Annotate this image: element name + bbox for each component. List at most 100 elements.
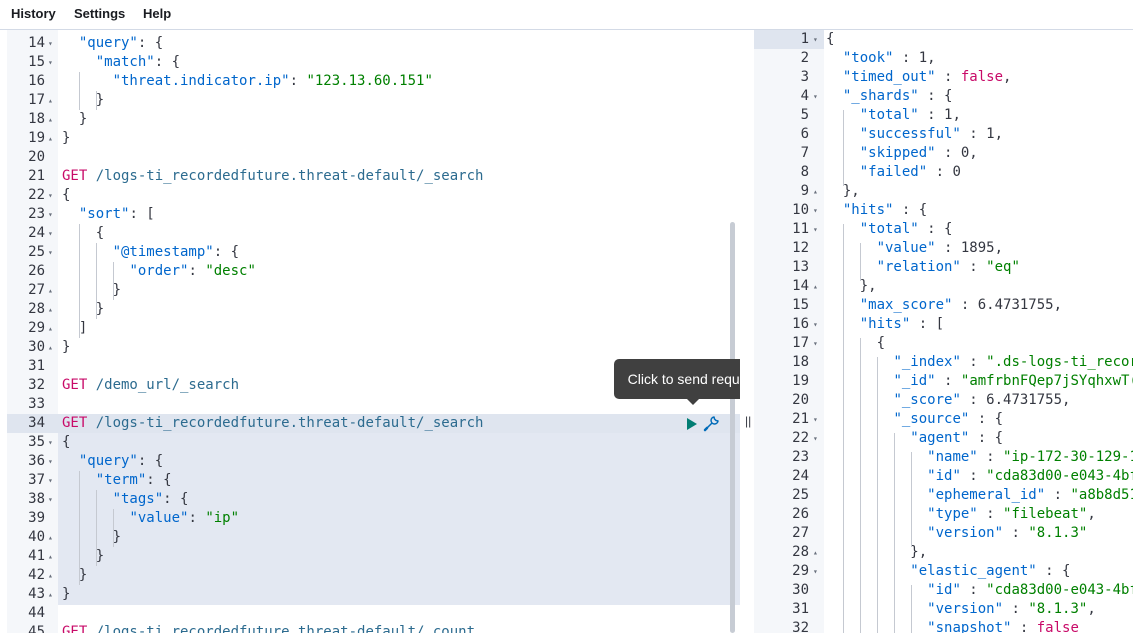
code-token: :	[960, 354, 987, 370]
code-text[interactable]: "took" : 1,	[826, 49, 936, 68]
code-token: ,	[1087, 506, 1096, 522]
fold-open-icon[interactable]: ▾	[813, 334, 818, 353]
code-text[interactable]: "hits" : {	[826, 201, 927, 220]
indent-guide	[843, 224, 844, 633]
fold-open-icon[interactable]: ▾	[813, 410, 818, 429]
code-text[interactable]: "_score" : 6.4731755,	[826, 391, 1070, 410]
line-number: 32	[792, 620, 809, 633]
code-token: {	[826, 335, 886, 351]
code-text[interactable]: "id" : "cda83d00-e043-4bf	[826, 581, 1133, 600]
code-text[interactable]: "name" : "ip-172-30-129-1	[826, 448, 1133, 467]
indent-guide	[113, 509, 114, 547]
code-token: : {	[969, 411, 1004, 427]
fold-close-icon[interactable]: ▴	[813, 182, 818, 201]
indent-guide	[911, 585, 912, 633]
code-token: "a8b8d51	[1070, 487, 1133, 503]
code-line: 29 ▾ "elastic_agent" : {	[0, 562, 1133, 581]
code-token: "filebeat"	[1003, 506, 1088, 522]
code-text[interactable]: "failed" : 0	[826, 163, 961, 182]
code-line: 17 ▾ {	[0, 334, 1133, 353]
code-line: 21 ▾ "_source" : {	[0, 410, 1133, 429]
code-token: "_shards"	[842, 88, 919, 104]
fold-open-icon[interactable]: ▾	[813, 201, 818, 220]
code-text[interactable]: "_shards" : {	[826, 87, 953, 106]
code-text[interactable]: "max_score" : 6.4731755,	[826, 296, 1062, 315]
code-token: "relation"	[876, 259, 961, 275]
code-text[interactable]: "total" : 1,	[826, 106, 961, 125]
fold-open-icon[interactable]: ▾	[813, 562, 818, 581]
code-text[interactable]: "_id" : "amfrbnFQep7jSYqhxwT(	[826, 372, 1133, 391]
code-token: "ephemeral_id"	[927, 487, 1046, 503]
fold-close-icon[interactable]: ▴	[813, 277, 818, 296]
code-text[interactable]: {	[826, 334, 885, 353]
fold-close-icon[interactable]: ▴	[813, 543, 818, 562]
code-line: 2 "took" : 1,	[0, 49, 1133, 68]
fold-open-icon[interactable]: ▾	[813, 87, 818, 106]
line-number: 17	[792, 335, 809, 351]
code-text[interactable]: "successful" : 1,	[826, 125, 1003, 144]
menu-history[interactable]: History	[11, 6, 56, 21]
code-token: "agent"	[910, 430, 970, 446]
code-text[interactable]: "skipped" : 0,	[826, 144, 978, 163]
code-text[interactable]: "agent" : {	[826, 429, 1003, 448]
indent-guide	[96, 490, 97, 566]
code-text[interactable]: "version" : "8.1.3",	[826, 600, 1096, 619]
code-token: "8.1.3"	[1028, 525, 1088, 541]
fold-open-icon[interactable]: ▾	[813, 429, 818, 448]
line-number: 19	[792, 373, 809, 389]
code-token: :	[1003, 525, 1029, 541]
line-number: 9	[800, 183, 809, 199]
code-token: "id"	[927, 468, 961, 484]
code-text[interactable]: "snapshot" : false	[826, 619, 1079, 633]
code-text[interactable]: "value" : 1895,	[826, 239, 1003, 258]
code-text[interactable]: },	[826, 277, 877, 296]
code-line: 6 "successful" : 1,	[0, 125, 1133, 144]
line-number: 25	[792, 487, 809, 503]
line-number: 23	[792, 449, 809, 465]
code-token: "total"	[859, 107, 919, 123]
code-text[interactable]: "relation" : "eq"	[826, 258, 1020, 277]
line-number: 6	[800, 126, 809, 142]
code-token: :	[977, 449, 1004, 465]
code-text[interactable]: {	[826, 30, 834, 49]
code-token: ,	[1087, 601, 1096, 617]
code-line: 27 "version" : "8.1.3"	[0, 524, 1133, 543]
code-text[interactable]: "id" : "cda83d00-e043-4bf	[826, 467, 1133, 486]
code-text[interactable]: "_source" : {	[826, 410, 1003, 429]
code-text[interactable]: "ephemeral_id" : "a8b8d51	[826, 486, 1133, 505]
code-token: },	[826, 278, 877, 294]
menu-help[interactable]: Help	[143, 6, 171, 21]
code-token: "cda83d00-e043-4bf	[986, 468, 1133, 484]
code-token: false	[1036, 620, 1079, 633]
code-line: 9 ▴ },	[0, 182, 1133, 201]
line-number: 14	[792, 278, 809, 294]
line-number: 24	[792, 468, 809, 484]
fold-open-icon[interactable]: ▾	[813, 30, 818, 49]
code-line: 10 ▾ "hits" : {	[0, 201, 1133, 220]
menu-settings[interactable]: Settings	[74, 6, 125, 21]
indent-guide	[843, 110, 844, 186]
code-line: 12 "value" : 1895,	[0, 239, 1133, 258]
code-text[interactable]: "_index" : ".ds-logs-ti_recor	[826, 353, 1133, 372]
code-text[interactable]: "total" : {	[826, 220, 953, 239]
line-number: 4	[800, 88, 809, 104]
code-text[interactable]: "type" : "filebeat",	[826, 505, 1096, 524]
fold-open-icon[interactable]: ▾	[813, 220, 818, 239]
fold-open-icon[interactable]: ▾	[813, 315, 818, 334]
code-text[interactable]: "elastic_agent" : {	[826, 562, 1070, 581]
code-token: "max_score"	[859, 297, 953, 313]
code-token: "_score"	[893, 392, 961, 408]
code-token: : 1895,	[935, 240, 1004, 256]
code-text[interactable]: "version" : "8.1.3"	[826, 524, 1087, 543]
code-token: "timed_out"	[842, 69, 936, 85]
code-line: 14 ▴ },	[0, 277, 1133, 296]
line-number: 27	[792, 525, 809, 541]
code-token: "name"	[927, 449, 978, 465]
code-line: 32 "snapshot" : false	[0, 619, 1133, 633]
code-text[interactable]: "timed_out" : false,	[826, 68, 1012, 87]
code-token: "failed"	[859, 164, 928, 180]
code-token: "value"	[876, 240, 936, 256]
code-token: :	[1003, 601, 1029, 617]
